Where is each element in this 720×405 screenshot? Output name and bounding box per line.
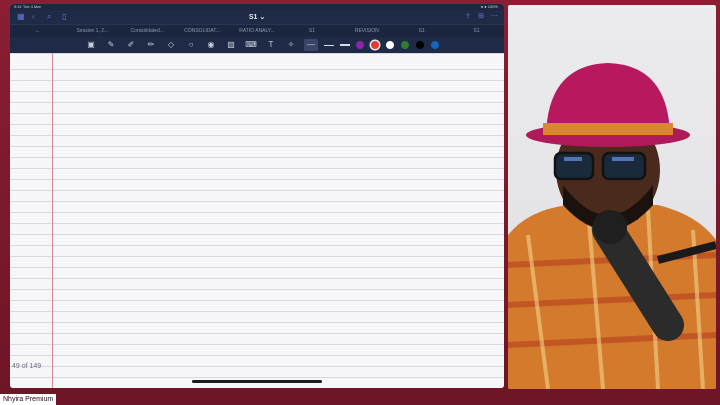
share-icon[interactable]: ⇪ bbox=[465, 13, 471, 21]
tab-6[interactable]: REVISION bbox=[339, 28, 394, 34]
shape-icon[interactable]: ○ bbox=[184, 39, 198, 51]
more-icon[interactable]: ⋯ bbox=[491, 13, 498, 21]
sidebar-icon[interactable]: ▦ bbox=[17, 13, 25, 21]
back-icon[interactable]: ‹ bbox=[32, 13, 40, 21]
text-icon[interactable]: T bbox=[264, 39, 278, 51]
photo-icon[interactable]: ▨ bbox=[224, 39, 238, 51]
status-time: 9:41 Tue 4 Mar bbox=[14, 4, 41, 9]
notes-app: 9:41 Tue 4 Mar ● ● 100% ▦ ‹ ⌕ ▯ S1 ⌄ ⇪ ⊞… bbox=[10, 4, 504, 388]
tab-3[interactable]: CONSOLIDAT... bbox=[175, 28, 230, 34]
pen-icon[interactable]: ✐ bbox=[124, 39, 138, 51]
title-bar: ▦ ‹ ⌕ ▯ S1 ⌄ ⇪ ⊞ ⋯ bbox=[10, 10, 504, 24]
color-swatch-black[interactable] bbox=[416, 41, 424, 49]
color-swatch-purple[interactable] bbox=[356, 41, 364, 49]
image-icon[interactable]: ▣ bbox=[84, 39, 98, 51]
tab-7[interactable]: S1 bbox=[394, 28, 449, 34]
line-style-button[interactable]: — bbox=[304, 39, 318, 51]
sticker-icon[interactable]: ◉ bbox=[204, 39, 218, 51]
tab-0[interactable]: ... bbox=[10, 28, 65, 34]
tab-bar: ... Session 1, 2... Consolidated... CONS… bbox=[10, 24, 504, 37]
document-title[interactable]: S1 ⌄ bbox=[10, 13, 504, 21]
drawing-toolbar: ▣ ✎ ✐ ✏ ◇ ○ ◉ ▨ ⌨ T ✧ — bbox=[10, 37, 504, 53]
tab-4[interactable]: RATIO ANALY... bbox=[230, 28, 285, 34]
laser-icon[interactable]: ✧ bbox=[284, 39, 298, 51]
lasso-icon[interactable]: ✎ bbox=[104, 39, 118, 51]
line-width-thick[interactable] bbox=[340, 44, 350, 46]
keyboard-icon[interactable]: ⌨ bbox=[244, 39, 258, 51]
tab-2[interactable]: Consolidated... bbox=[120, 28, 175, 34]
tab-5[interactable]: S1 bbox=[284, 28, 339, 34]
tab-1[interactable]: Session 1, 2... bbox=[65, 28, 120, 34]
line-width-thin[interactable] bbox=[324, 44, 334, 46]
home-indicator[interactable] bbox=[192, 380, 322, 383]
document-title-text: S1 bbox=[248, 14, 258, 21]
participant-name: Nhyira Premium bbox=[0, 394, 57, 405]
color-swatch-blue[interactable] bbox=[431, 41, 439, 49]
page-count: 49 of 149 bbox=[12, 363, 42, 370]
color-swatch-white[interactable] bbox=[386, 41, 394, 49]
webcam-feed bbox=[508, 5, 716, 389]
bookmark-icon[interactable]: ▯ bbox=[62, 13, 70, 21]
highlighter-icon[interactable]: ✏ bbox=[144, 39, 158, 51]
color-swatch-red[interactable] bbox=[371, 41, 379, 49]
tab-8[interactable]: S1 bbox=[449, 28, 504, 34]
notebook-page[interactable] bbox=[10, 53, 504, 388]
eraser-icon[interactable]: ◇ bbox=[164, 39, 178, 51]
search-icon[interactable]: ⌕ bbox=[47, 13, 55, 21]
add-page-icon[interactable]: ⊞ bbox=[478, 13, 484, 21]
margin-line bbox=[52, 53, 53, 388]
presenter-video bbox=[508, 63, 716, 389]
color-swatch-green[interactable] bbox=[401, 41, 409, 49]
